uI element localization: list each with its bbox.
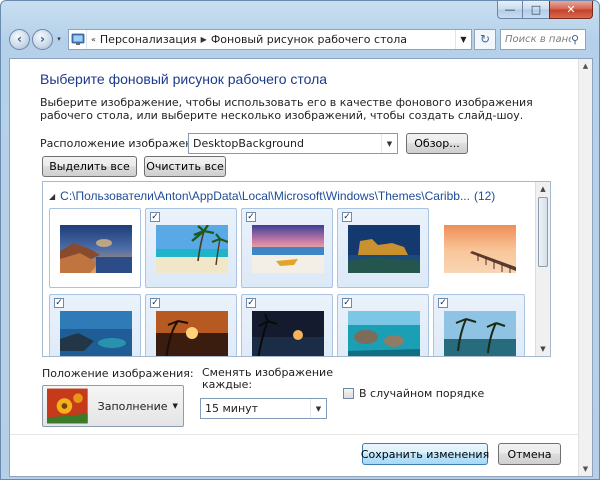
search-input[interactable]: Поиск в пане... ⚲ <box>500 28 586 50</box>
picture-position-value: Заполнение <box>97 399 168 413</box>
chevron-down-icon[interactable]: ▼ <box>168 402 184 410</box>
gallery-scroll-up-icon[interactable]: ▲ <box>536 182 550 196</box>
wallpaper-tile[interactable] <box>433 208 525 288</box>
gallery-scroll-thumb[interactable] <box>538 197 548 267</box>
wallpaper-thumbnail <box>348 311 420 356</box>
tile-checkbox[interactable]: ✓ <box>246 212 256 222</box>
control-panel-icon <box>69 29 87 49</box>
tile-checkbox[interactable]: ✓ <box>246 298 256 308</box>
close-button[interactable]: ✕ <box>549 1 593 19</box>
wallpaper-tile[interactable]: ✓ <box>145 294 237 356</box>
wallpaper-tile[interactable] <box>49 208 141 288</box>
wallpaper-tile[interactable]: ✓ <box>241 208 333 288</box>
recent-pages-dropdown[interactable]: ▾ <box>54 35 64 43</box>
personalization-window: — □ ✕ ‹ › ▾ « Персонализация ▶ Фоновый р… <box>0 0 600 480</box>
maximize-button[interactable]: □ <box>523 1 549 19</box>
gallery-scrollbar[interactable]: ▲ ▼ <box>535 182 550 356</box>
browse-button[interactable]: Обзор... <box>406 133 468 154</box>
clear-all-button[interactable]: Очистить все <box>144 156 226 177</box>
picture-location-label: Расположение изображения: <box>40 137 210 150</box>
wallpaper-tile[interactable]: ✓ <box>241 294 333 356</box>
change-interval-value: 15 минут <box>205 402 259 415</box>
wallpaper-thumbnail <box>348 225 420 273</box>
page-description: Выберите изображение, чтобы использовать… <box>40 96 533 122</box>
wallpaper-thumbnail <box>252 225 324 273</box>
page-title: Выберите фоновый рисунок рабочего стола <box>40 71 328 87</box>
shuffle-label: В случайном порядке <box>359 387 485 400</box>
search-icon[interactable]: ⚲ <box>571 33 585 46</box>
picture-position-label: Положение изображения: <box>42 367 194 380</box>
minimize-button[interactable]: — <box>497 1 523 19</box>
cancel-button[interactable]: Отмена <box>498 443 561 465</box>
chevron-down-icon[interactable]: ▼ <box>381 134 397 153</box>
content-pane: ▲ ▼ Выберите фоновый рисунок рабочего ст… <box>9 58 593 477</box>
shuffle-checkbox[interactable] <box>343 388 354 399</box>
scroll-up-icon[interactable]: ▲ <box>579 59 592 73</box>
scroll-down-icon[interactable]: ▼ <box>579 462 592 476</box>
gallery-group-header[interactable]: ◢ C:\Пользователи\Anton\AppData\Local\Mi… <box>49 189 529 203</box>
tile-checkbox[interactable]: ✓ <box>54 298 64 308</box>
search-placeholder: Поиск в пане... <box>505 33 571 45</box>
wallpaper-thumbnail <box>252 311 324 356</box>
wallpaper-tiles: ◢ C:\Пользователи\Anton\AppData\Local\Mi… <box>43 182 533 356</box>
chevron-down-icon[interactable]: ▼ <box>310 399 326 418</box>
wallpaper-thumbnail <box>60 311 132 356</box>
breadcrumb-overflow[interactable]: « <box>87 35 100 44</box>
group-folder-path: C:\Пользователи\Anton\AppData\Local\Micr… <box>60 189 470 203</box>
group-image-count: (12) <box>473 189 496 203</box>
picture-position-select[interactable]: Заполнение ▼ <box>42 385 184 427</box>
refresh-button[interactable]: ↻ <box>474 28 496 50</box>
change-interval-label: Сменять изображение каждые: <box>202 366 333 391</box>
caption-buttons: — □ ✕ <box>497 1 593 19</box>
tile-checkbox[interactable]: ✓ <box>150 212 160 222</box>
collapse-group-icon[interactable]: ◢ <box>49 192 55 201</box>
wallpaper-tile[interactable]: ✓ <box>433 294 525 356</box>
wallpaper-thumbnail <box>156 311 228 356</box>
wallpaper-thumbnail <box>156 225 228 273</box>
tile-checkbox[interactable]: ✓ <box>342 298 352 308</box>
footer-divider <box>10 434 580 435</box>
forward-button[interactable]: › <box>32 28 53 50</box>
tile-checkbox[interactable]: ✓ <box>342 212 352 222</box>
address-history-dropdown[interactable]: ▼ <box>455 29 471 49</box>
wallpaper-thumbnail <box>60 225 132 273</box>
breadcrumb-personalization[interactable]: Персонализация <box>100 33 197 46</box>
tile-checkbox[interactable]: ✓ <box>150 298 160 308</box>
picture-location-value: DesktopBackground <box>193 137 304 150</box>
content-scrollbar[interactable]: ▲ ▼ <box>578 59 592 476</box>
wallpaper-tile[interactable]: ✓ <box>337 294 429 356</box>
tile-checkbox[interactable]: ✓ <box>438 298 448 308</box>
gallery-scroll-down-icon[interactable]: ▼ <box>536 342 550 356</box>
breadcrumb-desktop-background[interactable]: Фоновый рисунок рабочего стола <box>211 33 407 46</box>
picture-location-select[interactable]: DesktopBackground ▼ <box>188 133 398 154</box>
wallpaper-tile[interactable]: ✓ <box>337 208 429 288</box>
change-interval-select[interactable]: 15 минут ▼ <box>200 398 327 419</box>
wallpaper-tile[interactable]: ✓ <box>145 208 237 288</box>
wallpaper-thumbnail <box>444 311 516 356</box>
breadcrumb-arrow[interactable]: ▶ <box>197 35 211 44</box>
wallpaper-thumbnail <box>444 225 516 273</box>
save-changes-button[interactable]: Сохранить изменения <box>361 443 489 465</box>
wallpaper-tile[interactable]: ✓ <box>49 294 141 356</box>
shuffle-option[interactable]: В случайном порядке <box>343 387 484 400</box>
fill-mode-preview-icon <box>47 388 88 424</box>
address-bar[interactable]: « Персонализация ▶ Фоновый рисунок рабоч… <box>68 28 472 50</box>
navigation-bar: ‹ › ▾ « Персонализация ▶ Фоновый рисунок… <box>9 27 595 51</box>
select-all-button[interactable]: Выделить все <box>42 156 137 177</box>
back-button[interactable]: ‹ <box>9 28 30 50</box>
wallpaper-gallery[interactable]: ◢ C:\Пользователи\Anton\AppData\Local\Mi… <box>42 181 551 357</box>
